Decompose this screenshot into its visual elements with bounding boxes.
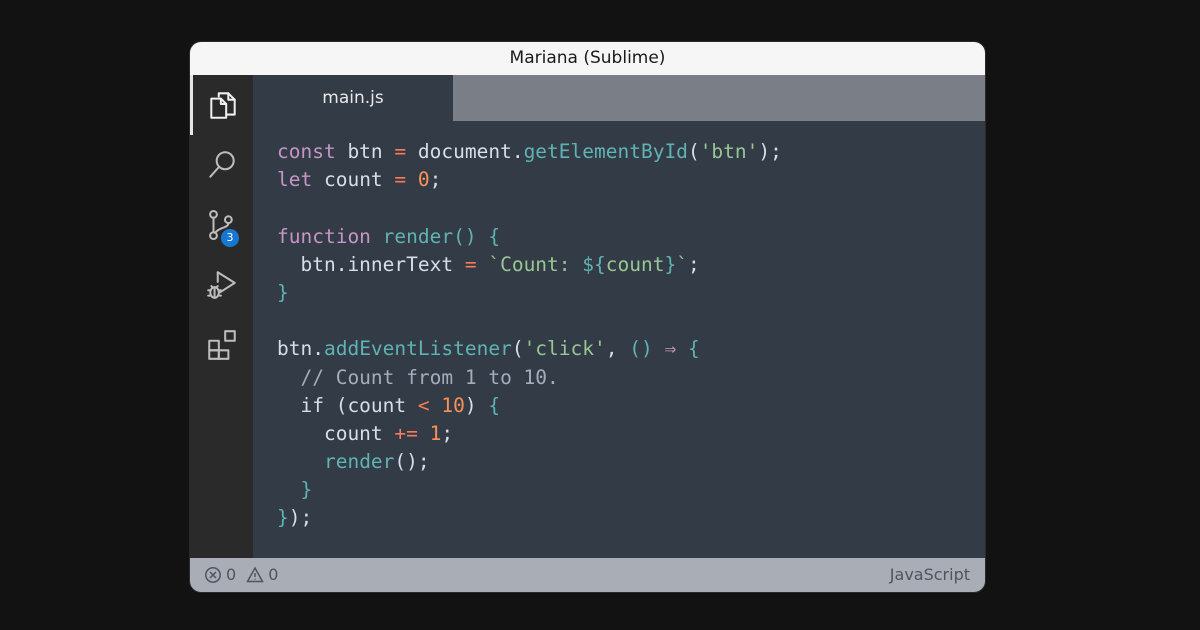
code-token: btn. xyxy=(277,337,324,361)
code-token: += xyxy=(394,421,418,445)
code-text[interactable]: const btn = document.getElementById('btn… xyxy=(277,138,782,533)
code-token: 1 xyxy=(429,421,442,445)
code-token: ( xyxy=(687,140,700,163)
code-token: (); xyxy=(394,450,430,474)
code-token: () xyxy=(629,337,653,361)
code-token: { xyxy=(687,337,700,361)
code-token: getElementById xyxy=(523,140,688,163)
code-token: ` xyxy=(676,252,688,276)
warning-icon xyxy=(246,566,264,583)
code-token: count xyxy=(605,252,665,276)
activity-bar: 3 xyxy=(190,75,253,558)
code-token: // Count from 1 to 10. xyxy=(300,365,559,389)
code-token: ) xyxy=(464,393,489,417)
code-token: 'click' xyxy=(523,337,606,361)
code-line: } xyxy=(277,279,782,307)
code-editor[interactable]: const btn = document.getElementById('btn… xyxy=(253,121,985,558)
error-count: 0 xyxy=(226,565,237,584)
code-token: 10 xyxy=(441,393,465,417)
code-token: render xyxy=(382,224,454,248)
search-icon xyxy=(208,151,235,178)
code-line: }); xyxy=(277,504,782,532)
code-token: ; xyxy=(429,168,442,192)
code-token: 0 xyxy=(417,168,430,192)
code-line: // Count from 1 to 10. xyxy=(277,364,782,392)
code-token: { xyxy=(488,393,501,417)
code-line: btn.innerText = `Count: ${count}`; xyxy=(277,251,782,279)
code-token: } xyxy=(300,478,313,502)
code-line: } xyxy=(277,476,782,504)
code-line: count += 1; xyxy=(277,420,782,448)
code-token: () { xyxy=(453,224,501,248)
code-line: if (count < 10) { xyxy=(277,392,782,420)
code-token: document. xyxy=(406,140,524,163)
code-token: ; xyxy=(441,421,454,445)
tab-bar: main.js xyxy=(253,75,985,121)
code-token: count xyxy=(312,168,395,192)
problems-indicator[interactable]: 0 0 xyxy=(204,558,278,592)
extensions-icon xyxy=(207,330,236,360)
activity-explorer[interactable] xyxy=(190,75,253,135)
code-token: = xyxy=(464,252,477,276)
code-token: btn.innerText xyxy=(277,252,465,276)
code-line: const btn = document.getElementById('btn… xyxy=(277,138,782,166)
code-token: ⇒ xyxy=(664,337,677,361)
code-token: ); xyxy=(758,140,782,163)
code-token: addEventListener xyxy=(323,337,512,361)
code-line: function render() { xyxy=(277,223,782,251)
code-token: = xyxy=(394,168,407,192)
code-token: } xyxy=(664,252,677,276)
code-token: ( xyxy=(511,337,524,361)
code-token: , xyxy=(605,337,630,361)
code-line: let count = 0; xyxy=(277,166,782,194)
activity-source-control[interactable]: 3 xyxy=(190,195,253,255)
window-title: Mariana (Sublime) xyxy=(190,42,985,75)
activity-search[interactable] xyxy=(190,135,253,195)
error-icon xyxy=(205,567,221,583)
code-line: render(); xyxy=(277,448,782,476)
code-token: = xyxy=(394,140,407,163)
code-token: ; xyxy=(687,252,700,276)
code-token: } xyxy=(277,280,289,304)
code-token: `Count: xyxy=(488,252,583,276)
run-debug-icon xyxy=(206,271,236,299)
code-token: let xyxy=(277,168,313,192)
code-token: < xyxy=(417,393,430,417)
code-token: const xyxy=(277,140,336,163)
code-token: render xyxy=(323,450,395,474)
tab-main-js[interactable]: main.js xyxy=(253,75,453,121)
code-token: 'btn' xyxy=(699,140,759,163)
code-token: function xyxy=(277,224,371,248)
editor-window: Mariana (Sublime) 3 main.js const btn = … xyxy=(190,42,985,592)
code-token: ); xyxy=(288,506,313,530)
source-control-badge: 3 xyxy=(221,229,239,247)
code-token: btn xyxy=(335,140,395,163)
warning-count: 0 xyxy=(268,565,279,584)
code-token: if (count xyxy=(277,393,418,417)
files-icon xyxy=(210,92,236,119)
status-bar: 0 0 JavaScript xyxy=(190,558,985,592)
code-token: } xyxy=(277,506,289,530)
code-token: count xyxy=(277,421,395,445)
code-token: ${ xyxy=(582,252,606,276)
activity-run-debug[interactable] xyxy=(190,255,253,315)
language-mode[interactable]: JavaScript xyxy=(890,558,970,592)
activity-extensions[interactable] xyxy=(190,315,253,375)
code-line: btn.addEventListener('click', () ⇒ { xyxy=(277,335,782,363)
